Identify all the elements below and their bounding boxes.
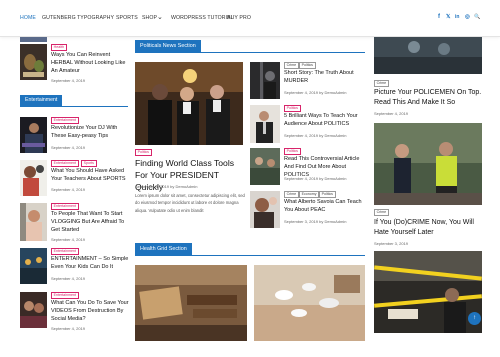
post-thumbnail[interactable] (20, 44, 47, 80)
section-divider (20, 106, 128, 107)
post-date: September 4, 2019 (51, 145, 86, 150)
category-badge[interactable]: Entertainment (51, 160, 79, 168)
post-thumbnail[interactable] (254, 265, 365, 341)
search-icon[interactable]: 🔍 (474, 14, 480, 20)
post-title[interactable]: Revolutionize Your DJ With These Easy-pe… (51, 125, 129, 141)
category-badge[interactable]: Sports (81, 160, 97, 168)
post-thumbnail[interactable] (20, 160, 47, 196)
post-title[interactable]: To People That Want To Start VLOGGING Bu… (51, 211, 129, 234)
category-badge[interactable]: Crime (284, 62, 299, 70)
twitter-icon[interactable]: 𝕏 (446, 14, 450, 20)
post-thumbnail[interactable] (20, 203, 47, 241)
post-meta: September 3, 2019 by DemoAdmin (284, 219, 347, 224)
post-date: September 4, 2019 (374, 111, 409, 116)
post-title[interactable]: ENTERTAINMENT – So Simple Even Your Kids… (51, 256, 131, 272)
category-badge[interactable]: Crime (374, 209, 389, 217)
category-badge[interactable]: Economy (299, 191, 320, 199)
post-meta: September 4, 2019 by DemoAdmin (284, 133, 347, 138)
post-title[interactable]: What Can You Do To Save Your VIDEOS From… (51, 300, 131, 323)
post-thumbnail[interactable] (250, 191, 280, 228)
post-excerpt: Lorem ipsum dolor sit amet, consectetur … (135, 193, 245, 213)
category-badge[interactable]: Entertainment (51, 292, 79, 300)
category-badge[interactable]: Entertainment (51, 248, 79, 256)
post-date: September 4, 2019 (51, 237, 86, 242)
post-thumbnail[interactable] (374, 251, 482, 333)
post-title[interactable]: Picture Your POLICEMEN On Top. Read This… (374, 88, 484, 108)
post-thumbnail[interactable] (20, 37, 47, 42)
top-navigation: HOME GUTENBERG TYPOGRAPHY SPORTS SHOP ⌄ … (0, 0, 500, 37)
category-badge[interactable]: Politics (284, 148, 301, 156)
category-badge[interactable]: Politics (319, 191, 336, 199)
category-badge[interactable]: Entertainment (51, 117, 79, 125)
nav-wordpress-tutorial[interactable]: WORDPRESS TUTORIAL (171, 15, 234, 21)
scroll-to-top-button[interactable]: ↑ (468, 312, 481, 325)
nav-sports[interactable]: SPORTS (116, 15, 138, 21)
section-divider (135, 52, 365, 53)
post-title[interactable]: Ways You Can Reinvent HERBAL Without Loo… (51, 52, 129, 75)
linkedin-icon[interactable]: in (455, 14, 459, 20)
post-date: September 4, 2019 (51, 326, 86, 331)
post-date: September 4, 2019 (51, 187, 86, 192)
chevron-down-icon[interactable]: ⌄ (157, 13, 163, 21)
post-thumbnail[interactable] (374, 37, 482, 74)
category-badge[interactable]: Crime (284, 191, 299, 199)
category-badge[interactable]: Health (51, 44, 67, 52)
category-badge[interactable]: Crime (374, 80, 389, 88)
section-heading-health: Health Grid Section (135, 243, 192, 255)
post-thumbnail[interactable] (250, 62, 280, 99)
featured-post-image[interactable] (135, 62, 243, 145)
section-heading-politics: Politicals News Section (135, 40, 201, 52)
category-badge[interactable]: Politics (299, 62, 316, 70)
category-badge[interactable]: Entertainment (51, 203, 79, 211)
post-thumbnail[interactable] (374, 123, 482, 205)
post-title[interactable]: What Alberto Savoia Can Teach You About … (284, 199, 366, 215)
section-heading-entertainment: Entertainment (20, 95, 63, 106)
nav-gutenberg[interactable]: GUTENBERG (42, 15, 76, 21)
instagram-icon[interactable]: ◎ (465, 14, 470, 20)
category-badge[interactable]: Politics (284, 105, 301, 113)
post-date: September 4, 2019 (51, 276, 86, 281)
post-title[interactable]: Short Story: The Truth About MURDER (284, 70, 364, 86)
nav-shop[interactable]: SHOP (142, 15, 157, 21)
post-meta: September 4, 2019 by DemoAdmin (284, 176, 347, 181)
post-meta: September 4, 2019 by DemoAdmin (284, 90, 347, 95)
post-date: September 3, 2019 (374, 241, 409, 246)
post-meta: September 4, 2019 by DemoAdmin (135, 184, 198, 189)
post-date: September 4, 2019 (51, 78, 86, 83)
post-thumbnail[interactable] (250, 105, 280, 143)
section-divider (135, 255, 365, 256)
post-title[interactable]: 5 Brilliant Ways To Teach Your Audience … (284, 113, 366, 129)
post-title[interactable]: What You Should Have Asked Your Teachers… (51, 168, 129, 184)
nav-buy-pro[interactable]: BUY PRO (227, 15, 251, 21)
post-thumbnail[interactable] (20, 117, 47, 153)
facebook-icon[interactable]: f (438, 14, 440, 20)
nav-home[interactable]: HOME (20, 15, 36, 21)
post-title[interactable]: If You (Do)CRIME Now, You Will Hate Your… (374, 218, 484, 238)
post-thumbnail[interactable] (135, 265, 247, 341)
post-thumbnail[interactable] (250, 148, 280, 185)
post-thumbnail[interactable] (20, 292, 47, 328)
nav-typography[interactable]: TYPOGRAPHY (77, 15, 114, 21)
category-badge[interactable]: Politics (135, 149, 152, 157)
post-thumbnail[interactable] (20, 248, 47, 284)
